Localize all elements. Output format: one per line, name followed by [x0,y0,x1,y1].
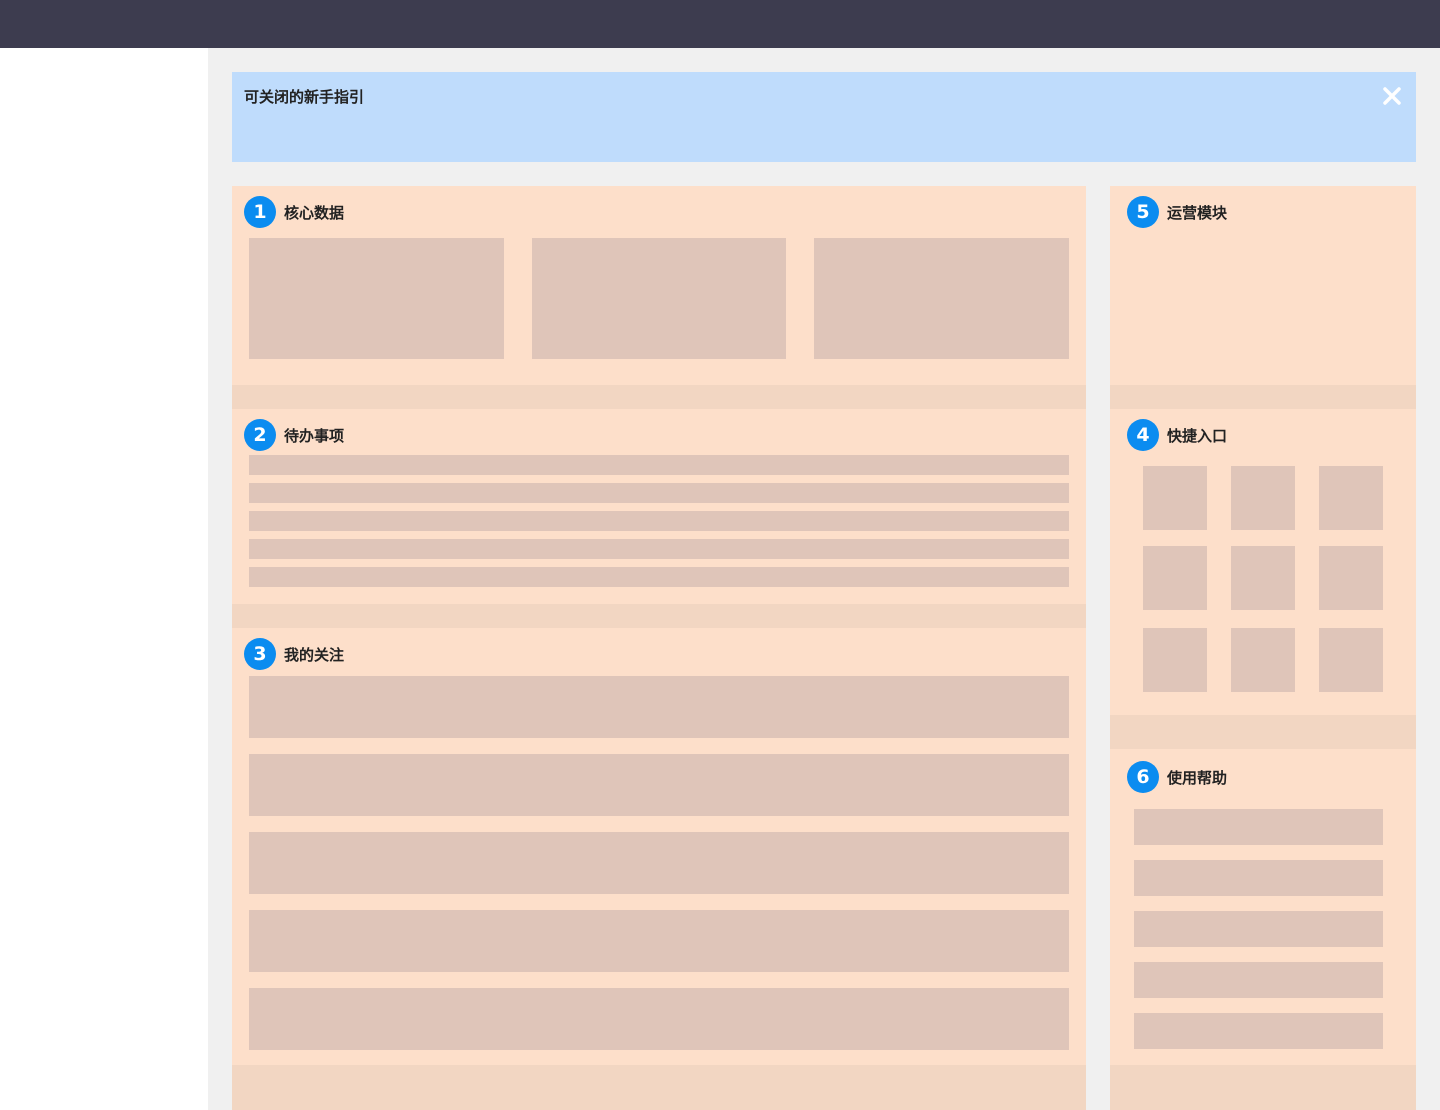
module-title: 运营模块 [1167,203,1228,222]
core-data-module: 1 核心数据 [232,186,1086,385]
data-card-placeholder [814,238,1069,359]
help-item-placeholder[interactable] [1134,809,1383,845]
module-header: 2 待办事项 [244,419,344,451]
follow-item-placeholder [249,910,1069,972]
module-title: 快捷入口 [1167,426,1228,445]
shortcut-tile[interactable] [1319,546,1383,610]
help-module: 6 使用帮助 [1110,749,1416,1065]
shortcut-tile[interactable] [1319,466,1383,530]
module-title: 使用帮助 [1167,768,1228,787]
follow-item-placeholder [249,676,1069,738]
module-number-badge: 3 [244,638,276,670]
module-title: 我的关注 [284,645,345,664]
module-number-badge: 6 [1127,761,1159,793]
card-divider [1110,1065,1416,1110]
help-item-placeholder[interactable] [1134,860,1383,896]
module-header: 3 我的关注 [244,638,344,670]
shortcut-tile[interactable] [1319,628,1383,692]
help-item-placeholder[interactable] [1134,962,1383,998]
todo-item-placeholder [249,539,1069,559]
module-title: 待办事项 [284,426,345,445]
module-header: 1 核心数据 [244,196,344,228]
beginner-guide-banner: 可关闭的新手指引 [232,72,1416,162]
module-number-badge: 5 [1127,196,1159,228]
card-divider [232,1065,1086,1110]
module-header: 6 使用帮助 [1127,761,1227,793]
shortcut-tile[interactable] [1143,466,1207,530]
card-divider [1110,385,1416,409]
sidebar [0,48,208,1110]
todo-item-placeholder [249,567,1069,587]
todo-item-placeholder [249,511,1069,531]
operations-module: 5 运营模块 [1110,186,1416,385]
top-navigation-bar [0,0,1440,48]
follow-item-placeholder [249,754,1069,816]
module-number-badge: 4 [1127,419,1159,451]
module-header: 5 运营模块 [1127,196,1227,228]
data-card-placeholder [249,238,504,359]
card-divider [232,604,1086,628]
shortcut-tile[interactable] [1231,466,1295,530]
todo-item-placeholder [249,483,1069,503]
follow-item-placeholder [249,988,1069,1050]
my-follows-module: 3 我的关注 [232,628,1086,1065]
shortcut-tile[interactable] [1231,628,1295,692]
module-number-badge: 2 [244,419,276,451]
data-card-placeholder [532,238,786,359]
shortcut-tile[interactable] [1143,546,1207,610]
quick-access-module: 4 快捷入口 [1110,409,1416,715]
module-header: 4 快捷入口 [1127,419,1227,451]
card-divider [232,385,1086,409]
card-divider [1110,715,1416,749]
shortcut-tile[interactable] [1231,546,1295,610]
guide-title: 可关闭的新手指引 [244,88,365,106]
module-number-badge: 1 [244,196,276,228]
shortcut-tile[interactable] [1143,628,1207,692]
help-item-placeholder[interactable] [1134,1013,1383,1049]
close-icon[interactable] [1380,84,1404,108]
help-item-placeholder[interactable] [1134,911,1383,947]
module-title: 核心数据 [284,203,345,222]
todo-item-placeholder [249,455,1069,475]
todo-module: 2 待办事项 [232,409,1086,604]
follow-item-placeholder [249,832,1069,894]
